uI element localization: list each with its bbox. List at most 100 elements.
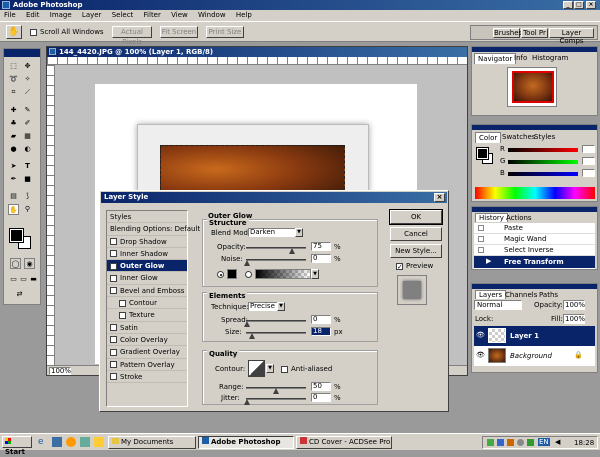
effect-checkbox[interactable] [110, 238, 117, 246]
jump-to-imageready-icon[interactable]: ⇄ [14, 289, 25, 300]
layer-blend-mode-select[interactable]: Normal [474, 300, 522, 310]
chevron-down-icon[interactable]: ▼ [295, 228, 303, 237]
hand-tool-preset-button[interactable]: ✋ [6, 25, 22, 39]
styles-header[interactable]: Styles [107, 211, 187, 224]
dialog-close-button[interactable]: × [434, 193, 445, 202]
quicklaunch-media-icon[interactable] [66, 437, 76, 447]
menu-help[interactable]: Help [236, 11, 252, 19]
effect-item[interactable]: Outer Glow [107, 260, 187, 273]
menu-view[interactable]: View [171, 11, 188, 19]
start-button[interactable]: Start [2, 436, 32, 456]
quicklaunch-ie-icon[interactable]: e [38, 437, 48, 447]
tab-history[interactable]: History [475, 213, 508, 222]
ok-button[interactable]: OK [389, 209, 443, 225]
move-tool-icon[interactable]: ✥ [22, 61, 33, 72]
chevron-down-icon[interactable]: ▼ [311, 269, 319, 279]
channel-r-field[interactable] [582, 145, 595, 153]
tray-icon[interactable] [487, 439, 494, 446]
anti-aliased-checkbox[interactable]: Anti-aliased [281, 365, 332, 373]
task-adobe-photoshop[interactable]: Adobe Photoshop [198, 436, 294, 449]
opacity-field[interactable]: 75 [311, 242, 331, 251]
channel-b-field[interactable] [582, 169, 595, 177]
color-spectrum-bar[interactable] [475, 187, 595, 199]
menu-image[interactable]: Image [50, 11, 72, 19]
tab-info[interactable]: Info [511, 54, 530, 62]
eraser-tool-icon[interactable]: ▰ [8, 131, 19, 142]
layer-row-selected[interactable]: 👁 Layer 1 [474, 326, 595, 346]
range-field[interactable]: 50 [311, 382, 331, 391]
channel-b-slider[interactable] [508, 172, 578, 176]
history-item[interactable]: Magic Wand [474, 234, 595, 245]
quicklaunch-explorer-icon[interactable] [94, 437, 104, 447]
fit-screen-button[interactable]: Fit Screen [160, 26, 198, 38]
hand-tool-icon[interactable]: ✋ [8, 204, 19, 215]
solid-color-radio[interactable] [217, 271, 224, 278]
quick-mask-off-icon[interactable]: ◯ [10, 258, 21, 269]
effect-checkbox[interactable] [110, 250, 117, 258]
effect-item[interactable]: Inner Glow [107, 272, 187, 285]
effect-checkbox[interactable] [119, 311, 126, 319]
tab-paths[interactable]: Paths [539, 291, 558, 299]
noise-slider[interactable] [246, 259, 306, 261]
menu-select[interactable]: Select [112, 11, 134, 19]
crop-tool-icon[interactable]: ⌗ [8, 87, 19, 98]
preview-checkbox[interactable]: Preview [396, 262, 433, 270]
size-slider[interactable] [246, 332, 306, 334]
layer-opacity-field[interactable]: 100% [563, 300, 585, 310]
type-tool-icon[interactable]: T [22, 161, 33, 172]
tray-icon[interactable] [497, 439, 504, 446]
healing-brush-tool-icon[interactable]: ✚ [8, 105, 19, 116]
effect-item[interactable]: Drop Shadow [107, 236, 187, 248]
chevron-down-icon[interactable]: ▼ [277, 302, 285, 311]
history-item-selected[interactable]: ▶ Free Transform [474, 256, 595, 268]
effect-checkbox[interactable] [110, 287, 117, 295]
quicklaunch-desktop-icon[interactable] [52, 437, 62, 447]
brush-tool-icon[interactable]: ✎ [22, 105, 33, 116]
screen-mode-full-icon[interactable]: ▬ [28, 274, 39, 285]
effect-item[interactable]: Bevel and Emboss [107, 285, 187, 298]
menu-file[interactable]: File [4, 11, 16, 19]
jitter-field[interactable]: 0 [311, 393, 331, 402]
maximize-button[interactable]: □ [574, 1, 584, 9]
effect-item[interactable]: Texture [107, 309, 187, 322]
volume-icon[interactable]: ◀ [555, 438, 560, 446]
shape-tool-icon[interactable]: ■ [22, 174, 33, 185]
task-acdsee[interactable]: CD Cover - ACDSee Pro P... [296, 436, 392, 449]
tab-swatches[interactable]: Swatches [502, 133, 535, 141]
tab-color[interactable]: Color [475, 132, 502, 143]
history-item[interactable]: Select Inverse [474, 245, 595, 256]
tab-styles[interactable]: Styles [534, 133, 555, 141]
effect-item[interactable]: Gradient Overlay [107, 346, 187, 359]
history-item[interactable]: Paste [474, 223, 595, 234]
quick-mask-on-icon[interactable]: ◉ [24, 258, 35, 269]
layer-visibility-eye-icon[interactable]: 👁 [476, 331, 485, 339]
marquee-tool-icon[interactable]: ⬚ [8, 61, 19, 72]
effect-item[interactable]: Satin [107, 322, 187, 334]
clone-stamp-tool-icon[interactable]: ♣ [8, 118, 19, 129]
opacity-slider[interactable] [246, 247, 306, 249]
effect-checkbox[interactable] [110, 336, 117, 344]
effect-item[interactable]: Inner Shadow [107, 248, 187, 261]
tray-icon[interactable] [527, 439, 534, 446]
contour-picker[interactable] [248, 360, 265, 377]
tab-channels[interactable]: Channels [505, 291, 537, 299]
pen-tool-icon[interactable]: ✒ [8, 174, 19, 185]
foreground-color-swatch[interactable] [9, 228, 24, 243]
actual-pixels-button[interactable]: Actual Pixels [112, 26, 152, 46]
notes-tool-icon[interactable]: ▤ [8, 191, 19, 202]
effect-item[interactable]: Color Overlay [107, 334, 187, 347]
glow-gradient-picker[interactable] [255, 269, 311, 279]
well-tab-brushes[interactable]: Brushes [493, 28, 522, 38]
effect-checkbox[interactable] [110, 348, 117, 356]
language-indicator[interactable]: EN [538, 438, 550, 446]
quicklaunch-app-icon[interactable] [80, 437, 90, 447]
history-brush-tool-icon[interactable]: ✐ [22, 118, 33, 129]
magic-wand-tool-icon[interactable]: ✧ [22, 74, 33, 85]
zoom-level[interactable]: 100% [49, 367, 71, 375]
spread-field[interactable]: 0 [311, 315, 331, 324]
print-size-button[interactable]: Print Size [206, 26, 244, 38]
layer-visibility-eye-icon[interactable]: 👁 [476, 351, 485, 359]
layer-row[interactable]: 👁 Background 🔒 [474, 346, 595, 366]
zoom-tool-icon[interactable]: ⚲ [22, 204, 33, 215]
scroll-all-checkbox[interactable]: Scroll All Windows [30, 28, 104, 36]
